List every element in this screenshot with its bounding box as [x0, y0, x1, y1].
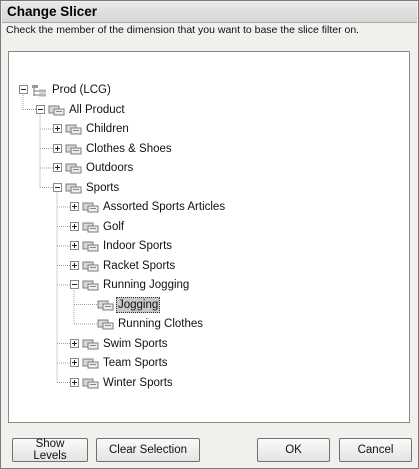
ok-button[interactable]: OK [257, 438, 330, 462]
title-bar[interactable]: Change Slicer [2, 2, 417, 23]
expand-icon[interactable] [70, 260, 79, 270]
tree-item-label[interactable]: Prod (LCG) [50, 83, 113, 97]
clear-selection-label: Clear Selection [109, 444, 187, 456]
ok-label: OK [285, 444, 302, 456]
member-icon [82, 240, 99, 252]
member-icon [82, 260, 99, 272]
clear-selection-button[interactable]: Clear Selection [96, 438, 200, 462]
tree-item-label[interactable]: Winter Sports [101, 376, 175, 390]
expand-icon[interactable] [70, 358, 79, 367]
instructions-text: Check the member of the dimension that y… [6, 24, 360, 36]
member-icon [82, 201, 99, 213]
change-slicer-dialog: Change Slicer Check the member of the di… [0, 0, 419, 469]
expand-icon[interactable] [70, 221, 79, 231]
expand-icon[interactable] [70, 202, 79, 211]
member-icon [65, 123, 82, 135]
expand-icon[interactable] [53, 163, 62, 172]
tree-item-label[interactable]: Golf [101, 220, 126, 234]
tree-item-label[interactable]: Jogging [116, 296, 161, 313]
member-icon [82, 279, 99, 291]
tree-item-label[interactable]: Sports [84, 181, 121, 195]
member-icon [82, 377, 99, 389]
tree-item-label[interactable]: Assorted Sports Articles [101, 200, 227, 214]
member-icon [82, 357, 99, 369]
expand-icon[interactable] [53, 124, 62, 133]
expand-icon[interactable] [53, 143, 62, 153]
tree-item-label[interactable]: Team Sports [101, 356, 170, 370]
tree-item-label[interactable]: All Product [67, 103, 127, 117]
tree-item-label[interactable]: Running Clothes [116, 317, 205, 331]
member-icon [82, 338, 99, 350]
collapse-icon[interactable] [70, 280, 79, 289]
dialog-title: Change Slicer [7, 4, 98, 19]
show-levels-button[interactable]: Show Levels [12, 438, 88, 462]
tree-item-label[interactable]: Children [84, 122, 131, 136]
collapse-icon[interactable] [19, 85, 28, 94]
tree-item-label[interactable]: Indoor Sports [101, 239, 174, 253]
member-icon [82, 221, 99, 233]
tree-item-label[interactable]: Racket Sports [101, 259, 177, 273]
member-icon [65, 143, 82, 155]
expand-icon[interactable] [70, 241, 79, 250]
collapse-icon[interactable] [53, 182, 62, 192]
expand-icon[interactable] [70, 338, 79, 348]
tree-item-label[interactable]: Swim Sports [101, 337, 170, 351]
member-icon [97, 299, 114, 311]
member-icon [65, 162, 82, 174]
collapse-icon[interactable] [36, 104, 45, 114]
expand-icon[interactable] [70, 377, 79, 387]
dimension-tree[interactable]: Prod (LCG) All Product Children Clothes & S… [8, 51, 410, 423]
member-icon [97, 318, 114, 330]
member-icon [48, 104, 65, 116]
member-icon [65, 182, 82, 194]
tree-item-label[interactable]: Clothes & Shoes [84, 142, 174, 156]
tree-item-label[interactable]: Running Jogging [101, 278, 191, 292]
hierarchy-icon [31, 84, 48, 97]
tree-item-label[interactable]: Outdoors [84, 161, 135, 175]
cancel-label: Cancel [357, 444, 394, 456]
cancel-button[interactable]: Cancel [339, 438, 412, 462]
show-levels-label: Show Levels [33, 438, 67, 462]
